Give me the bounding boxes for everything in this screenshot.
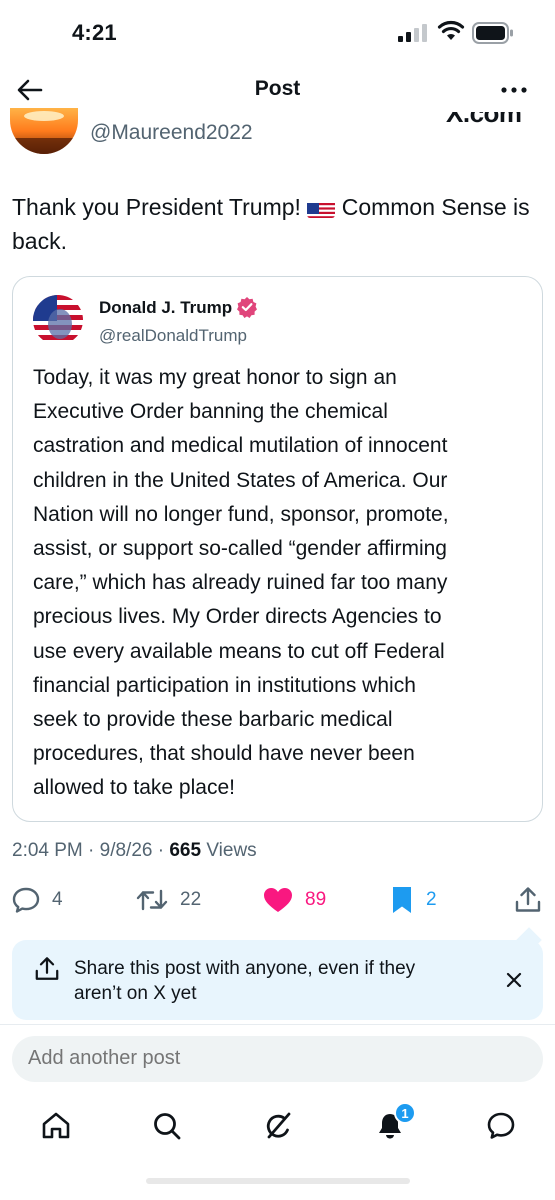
repost-icon [136,889,168,911]
verified-badge-icon [237,297,257,318]
like-count: 89 [305,889,327,910]
quoted-text-line: procedures, that should have never been [33,742,415,766]
reply-icon [12,887,40,913]
quoted-text-line: precious lives. My Order directs Agencie… [33,605,442,629]
quoted-author-avatar[interactable] [33,295,83,345]
more-horizontal-icon [501,87,527,93]
author-avatar[interactable] [10,108,78,154]
tab-home[interactable] [38,1108,74,1144]
page-title: Post [254,77,301,100]
add-post-input[interactable] [28,1047,508,1070]
reply-composer[interactable] [12,1036,543,1082]
quoted-author-name[interactable]: Donald J. Trump [99,298,232,318]
post-text-start: Thank you President Trump! [12,194,308,220]
reply-count: 4 [52,889,63,910]
quoted-text-line: seek to provide these barbaric medical [33,708,393,732]
repost-count: 22 [180,889,202,910]
post-meta: 2:04 PM · 9/8/26 · 665 Views [12,840,257,862]
author-handle[interactable]: @Maureend2022 [90,121,253,145]
cellular-signal-icon [398,24,427,42]
bookmark-count: 2 [426,889,437,910]
quoted-text-line: children in the United States of America… [33,468,448,492]
like-button[interactable]: 89 [263,884,326,916]
share-icon [35,957,59,980]
quoted-text-line: castration and medical mutilation of inn… [33,434,448,458]
views-label: Views [201,840,257,861]
home-indicator [146,1178,410,1184]
quoted-author-handle[interactable]: @realDonaldTrump [99,326,247,346]
quoted-text-line: Today, it was my great honor to sign an [33,366,397,389]
post-actions: 4 22 89 2 [0,880,555,920]
quoted-text-line: assist, or support so-called “gender aff… [33,537,447,561]
home-icon [42,1112,70,1139]
notification-badge: 1 [394,1102,416,1124]
search-icon [154,1113,181,1140]
share-icon [515,887,541,912]
quoted-post[interactable]: Donald J. Trump @realDonaldTrump Today, … [12,276,543,822]
tab-grok[interactable] [260,1108,296,1144]
quoted-text-line: financial participation in institutions … [33,673,416,697]
bottom-tab-bar [0,1096,555,1156]
tab-messages[interactable] [483,1108,519,1144]
quoted-post-text: Today, it was my great honor to sign an … [33,361,533,806]
share-prompt-line: Share this post with anyone, even if the… [74,958,416,979]
reply-button[interactable]: 4 [12,884,63,916]
post-timestamp[interactable]: 2:04 PM · 9/8/26 · [12,840,169,861]
status-bar: 4:21 [0,0,555,62]
heart-icon [264,888,292,912]
quoted-text-line: Executive Order banning the chemical [33,400,388,424]
share-prompt-line: aren’t on X yet [74,983,197,1004]
status-time: 4:21 [72,20,117,45]
share-prompt-banner[interactable]: Share this post with anyone, even if the… [12,927,543,1020]
views-count: 665 [169,840,202,861]
x-logo: X.com [446,112,522,126]
post-text: Thank you President Trump! Common Sense … [12,190,547,258]
battery-icon [472,22,513,44]
quoted-text-line: Nation will no longer fund, sponsor, pro… [33,502,449,526]
repost-button[interactable]: 22 [136,884,201,916]
share-prompt-text: Share this post with anyone, even if the… [74,956,474,1006]
tab-search[interactable] [149,1108,185,1144]
bookmark-icon [393,887,411,913]
quoted-text-line: allowed to take place! [33,776,235,800]
quoted-text-line: care,” which has already ruined far too … [33,571,448,595]
flag-portrait-avatar-image [33,295,83,345]
more-options-button[interactable] [494,76,534,104]
sunset-avatar-image [10,108,78,154]
share-button[interactable] [514,884,554,916]
divider [0,1024,555,1025]
messages-icon [487,1112,515,1139]
wifi-icon [437,20,465,40]
grok-icon [266,1112,291,1139]
close-icon[interactable] [502,968,526,992]
us-flag-emoji [307,198,336,218]
x-logo-text-clipped: X.com [446,112,536,126]
quoted-text-line: use every available means to cut off Fed… [33,639,445,663]
top-app-bar: Post [0,66,555,114]
banner-pointer [516,927,542,953]
bookmark-button[interactable]: 2 [390,884,437,916]
